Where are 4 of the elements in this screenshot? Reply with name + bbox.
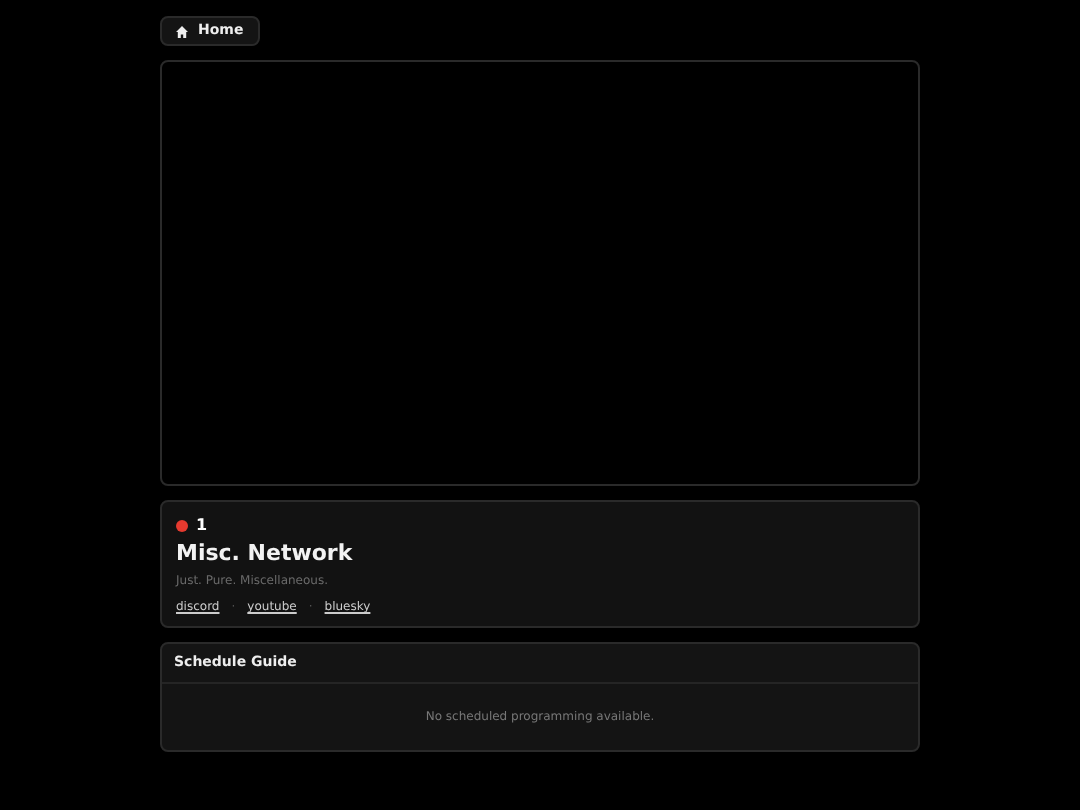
channel-name: Misc. Network — [176, 540, 355, 568]
video-player[interactable] — [160, 60, 920, 486]
home-icon — [176, 25, 188, 37]
viewer-count: 1 — [196, 516, 208, 536]
